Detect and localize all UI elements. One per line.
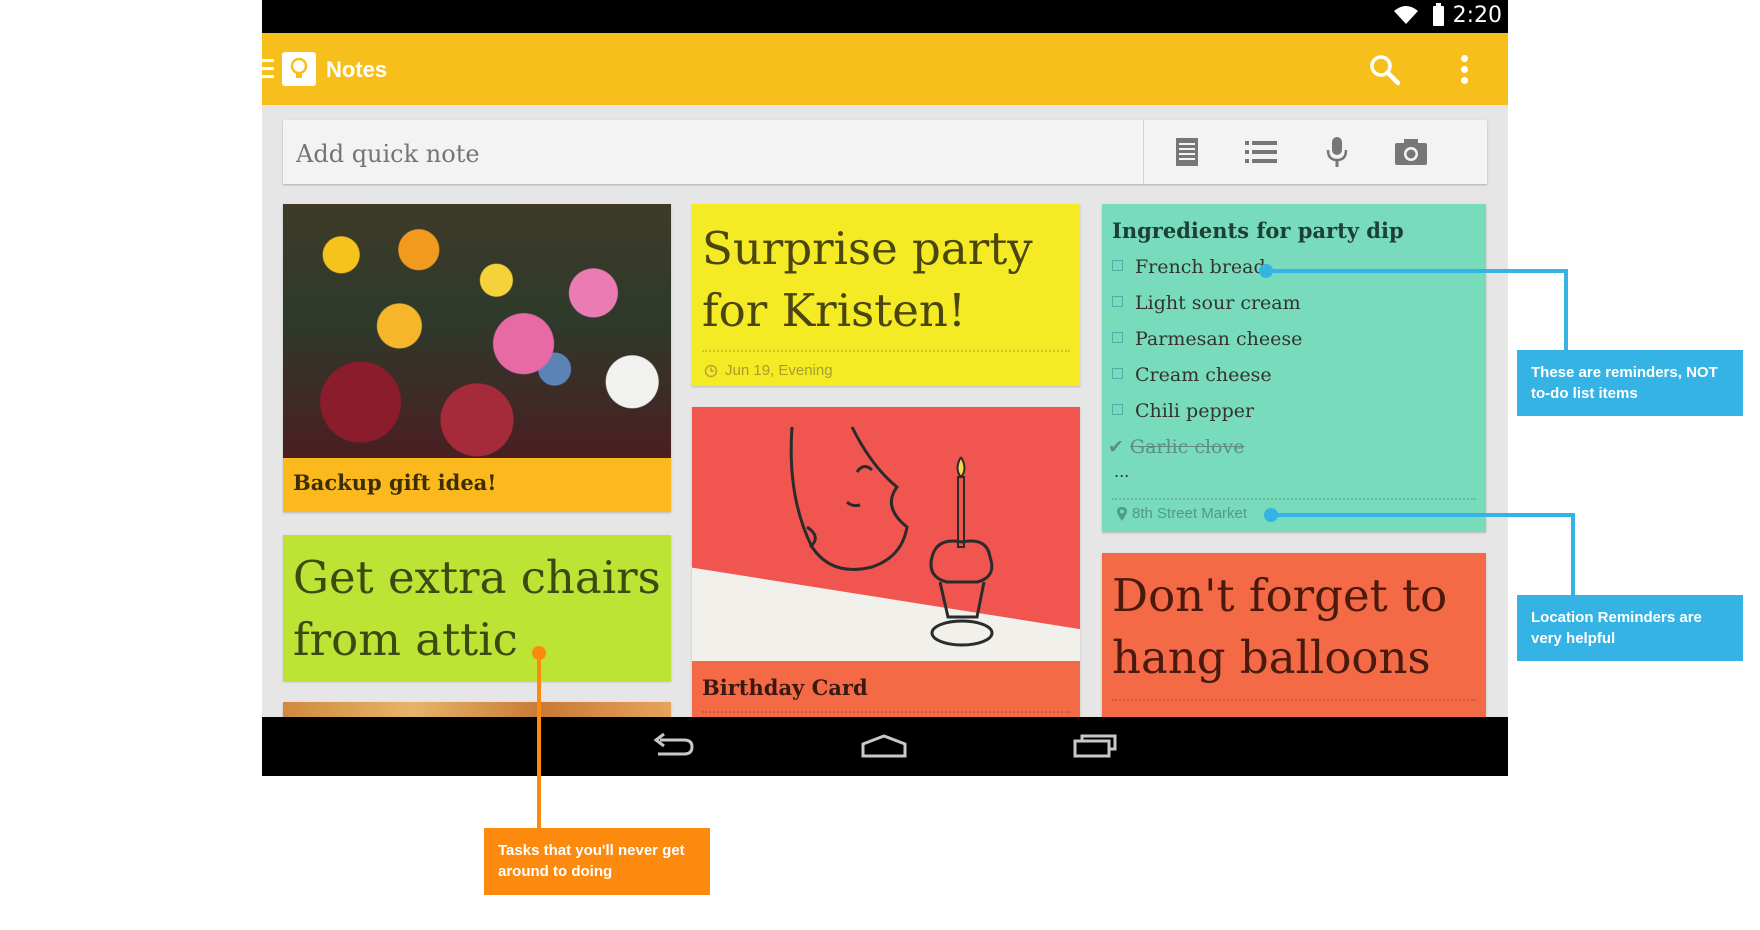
dip-note-location: 8th Street Market — [1132, 505, 1248, 522]
status-bar: 2:20 — [262, 0, 1508, 33]
party-note-line2: for Kristen! — [702, 284, 966, 337]
checkbox[interactable] — [1112, 296, 1123, 307]
list-note-icon[interactable] — [1243, 135, 1279, 169]
party-note-card[interactable]: Surprise party for Kristen! Jun 19, Even… — [692, 204, 1080, 386]
photo-note-title: Backup gift idea! — [293, 470, 497, 495]
birthday-note-card[interactable]: Birthday Card — [692, 407, 1080, 717]
location-pin-icon — [1117, 507, 1127, 521]
keep-logo-icon[interactable] — [282, 52, 316, 86]
balloons-note-line2: hang balloons — [1112, 631, 1431, 684]
checklist-item[interactable]: Parmesan cheese — [1112, 328, 1302, 350]
camera-icon[interactable] — [1393, 135, 1429, 169]
back-icon[interactable] — [650, 732, 696, 760]
home-icon[interactable] — [860, 734, 908, 758]
flowers-photo — [283, 204, 671, 458]
check-icon[interactable]: ✔ — [1108, 436, 1124, 458]
location-callout: Location Reminders are very helpful — [1517, 595, 1743, 661]
checklist-item[interactable]: Cream cheese — [1112, 364, 1272, 386]
toolbar-divider — [1143, 120, 1144, 184]
tasks-callout: Tasks that you'll never get around to do… — [484, 828, 710, 895]
callout-line — [1271, 513, 1575, 517]
photo-note-card[interactable]: Backup gift idea! — [283, 204, 671, 512]
battery-icon — [1433, 3, 1444, 26]
chairs-note-line2: from attic — [293, 613, 518, 666]
checklist-item[interactable]: Chili pepper — [1112, 400, 1254, 422]
checklist-item[interactable]: Light sour cream — [1112, 292, 1301, 314]
dip-note-title: Ingredients for party dip — [1112, 218, 1404, 243]
callout-line — [1266, 269, 1568, 273]
tablet-screen: 2:20 Notes Add quick note Backup gift id… — [262, 0, 1508, 776]
status-time: 2:20 — [1452, 3, 1502, 28]
note-divider — [702, 350, 1070, 352]
navigation-bar — [262, 717, 1508, 776]
balloons-note-line1: Don't forget to — [1112, 569, 1448, 622]
overflow-menu-icon[interactable] — [1461, 55, 1469, 85]
text-note-icon[interactable] — [1169, 135, 1205, 169]
more-items: ... — [1114, 462, 1130, 481]
checkbox[interactable] — [1112, 404, 1123, 415]
chairs-note-card[interactable]: Get extra chairs from attic — [283, 535, 671, 681]
balloons-note-card[interactable]: Don't forget to hang balloons — [1102, 553, 1486, 733]
birthday-drawing — [692, 407, 1080, 661]
clock-icon — [704, 364, 718, 378]
note-divider — [1112, 498, 1476, 500]
microphone-icon[interactable] — [1319, 135, 1355, 169]
birthday-note-title: Birthday Card — [702, 675, 868, 700]
callout-line — [1564, 269, 1568, 352]
party-note-line1: Surprise party — [702, 222, 1033, 275]
note-divider — [1112, 699, 1476, 701]
checkbox[interactable] — [1112, 368, 1123, 379]
checkbox[interactable] — [1112, 260, 1123, 271]
app-bar: Notes — [262, 33, 1508, 105]
wifi-icon — [1394, 6, 1418, 24]
app-title: Notes — [326, 57, 388, 82]
chairs-note-line1: Get extra chairs — [293, 551, 661, 604]
menu-icon[interactable] — [262, 59, 274, 79]
recents-icon[interactable] — [1072, 733, 1118, 759]
quick-note-bar — [283, 120, 1487, 184]
reminders-callout: These are reminders, NOT to-do list item… — [1517, 350, 1743, 416]
quick-note-input[interactable] — [294, 139, 1118, 169]
checklist-item[interactable]: French bread — [1112, 256, 1266, 278]
callout-line — [1571, 513, 1575, 597]
checklist-item-checked[interactable]: ✔ Garlic clove — [1108, 436, 1244, 458]
party-note-reminder: Jun 19, Evening — [725, 362, 833, 379]
checkbox[interactable] — [1112, 332, 1123, 343]
search-icon[interactable] — [1368, 53, 1402, 87]
callout-line — [537, 653, 541, 829]
dip-note-card[interactable]: Ingredients for party dip French bread L… — [1102, 204, 1486, 532]
note-divider — [702, 711, 1070, 713]
